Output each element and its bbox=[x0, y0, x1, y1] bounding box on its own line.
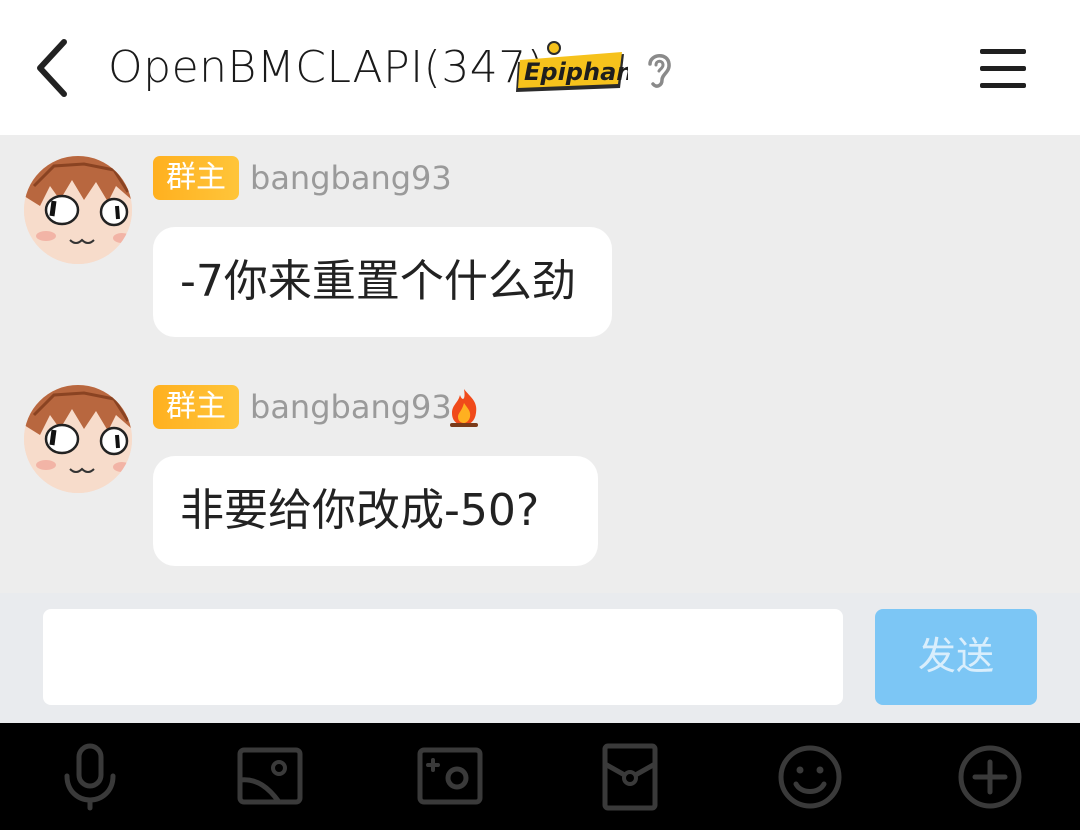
badge-text: Epiphany bbox=[524, 58, 628, 86]
camera-icon[interactable] bbox=[415, 742, 485, 812]
bottom-toolbar bbox=[0, 723, 1080, 830]
role-badge: 群主 bbox=[153, 385, 239, 429]
menu-line bbox=[980, 83, 1026, 88]
microphone-icon[interactable] bbox=[55, 742, 125, 812]
image-icon[interactable] bbox=[235, 742, 305, 812]
menu-button[interactable] bbox=[980, 46, 1028, 90]
message-input[interactable] bbox=[43, 609, 843, 705]
epiphany-badge-icon: Epiphany bbox=[516, 41, 628, 92]
chat-header: OpenBMCLAPI(347) Epiphany bbox=[0, 0, 1080, 135]
ear-icon[interactable] bbox=[642, 48, 676, 90]
plus-icon[interactable] bbox=[955, 742, 1025, 812]
chevron-left-icon[interactable] bbox=[26, 36, 82, 100]
chat-title[interactable]: OpenBMCLAPI(347) bbox=[108, 38, 544, 98]
message-bubble[interactable]: 非要给你改成-50? bbox=[153, 456, 598, 566]
send-button[interactable]: 发送 bbox=[875, 609, 1037, 705]
menu-line bbox=[980, 66, 1026, 71]
sender-name[interactable]: bangbang93 bbox=[250, 385, 452, 429]
menu-line bbox=[980, 49, 1026, 54]
emoji-icon[interactable] bbox=[775, 742, 845, 812]
avatar[interactable] bbox=[24, 156, 132, 264]
sender-name[interactable]: bangbang93 bbox=[250, 156, 452, 200]
avatar[interactable] bbox=[24, 385, 132, 493]
fire-icon bbox=[450, 389, 478, 427]
role-badge: 群主 bbox=[153, 156, 239, 200]
message-bubble[interactable]: -7你来重置个什么劲 bbox=[153, 227, 612, 337]
red-packet-icon[interactable] bbox=[595, 742, 665, 812]
